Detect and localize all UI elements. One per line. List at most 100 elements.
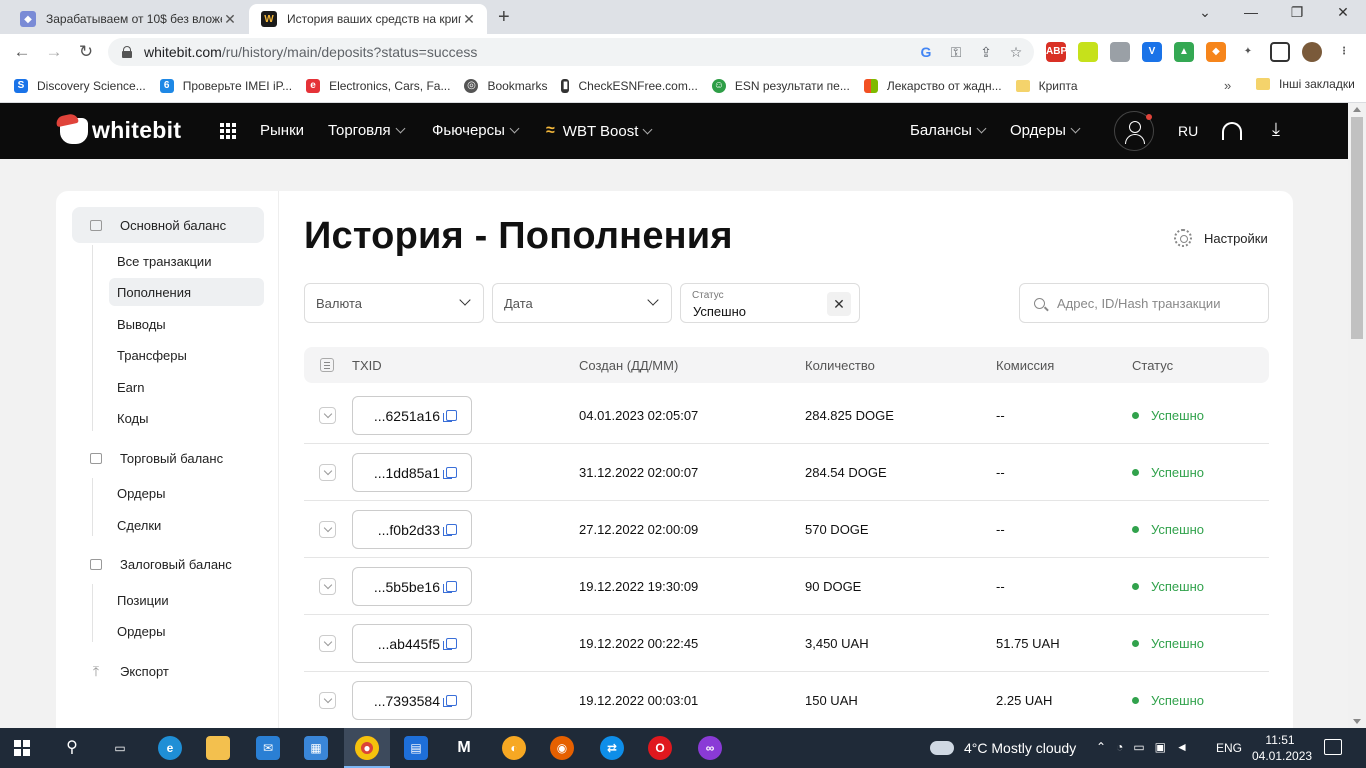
download-icon[interactable]: ⤓ — [1272, 119, 1280, 140]
opera-icon[interactable]: O — [648, 736, 672, 760]
column-settings-list-icon[interactable] — [320, 358, 334, 372]
txid-chip[interactable]: ...1dd85a1 — [352, 453, 472, 492]
profile-avatar-icon[interactable] — [1302, 42, 1322, 62]
browser-tab-active[interactable]: W История ваших средств на крип ✕ — [249, 4, 487, 34]
bookmark-item[interactable]: ▮ CheckESNFree.com... — [561, 79, 698, 93]
task-view-icon[interactable]: ▭ — [108, 736, 132, 760]
status-filter-select[interactable]: Статус Успешно ✕ — [680, 283, 860, 323]
firefox-icon[interactable]: ◉ — [550, 736, 574, 760]
bookmarks-overflow-button[interactable]: » — [1224, 78, 1231, 93]
expand-row-chevron-icon[interactable] — [319, 521, 336, 538]
browser-tab[interactable]: ◆ Зарабатываем от 10$ без вложе ✕ — [8, 4, 248, 34]
copy-icon[interactable] — [443, 638, 457, 650]
google-drive-icon[interactable]: ▲ — [1174, 42, 1194, 62]
vpn-shield-icon[interactable]: V — [1142, 42, 1162, 62]
mail-icon[interactable]: ✉ — [256, 736, 280, 760]
txid-chip[interactable]: ...5b5be16 — [352, 567, 472, 606]
other-bookmarks-folder[interactable]: Інші закладки — [1256, 77, 1355, 91]
copy-icon[interactable] — [443, 695, 457, 707]
nav-markets[interactable]: Рынки — [260, 122, 304, 139]
currency-filter-select[interactable]: Валюта — [304, 283, 484, 323]
key-icon[interactable]: ⚿ — [948, 44, 964, 60]
tab-search-chevron-icon[interactable]: ⌄ — [1182, 4, 1228, 21]
search-input[interactable] — [1057, 295, 1257, 311]
window-close-icon[interactable]: ✕ — [1320, 4, 1366, 21]
sidebar-export[interactable]: ⤒ Экспорт — [72, 653, 264, 689]
txid-chip[interactable]: ...7393584 — [352, 681, 472, 720]
store-icon[interactable]: ▦ — [304, 736, 328, 760]
new-tab-plus-icon[interactable]: + — [498, 6, 510, 29]
bookmark-item[interactable]: Лекарство от жадн... — [863, 79, 1002, 93]
address-bar[interactable]: whitebit.com/ru/history/main/deposits?st… — [108, 38, 1034, 66]
restore-icon[interactable]: ❐ — [1274, 4, 1320, 21]
sidebar-item-collateral-orders[interactable]: Ордеры — [109, 617, 264, 645]
file-explorer-icon[interactable] — [206, 736, 230, 760]
user-account-icon[interactable] — [1114, 111, 1154, 151]
sidebar-item-deals[interactable]: Сделки — [109, 511, 264, 539]
sidebar-item-earn[interactable]: Earn — [109, 373, 264, 401]
sidebar-main-balance[interactable]: Основной баланс — [72, 207, 264, 243]
clear-filter-close-icon[interactable]: ✕ — [827, 292, 851, 316]
notifications-icon[interactable] — [1324, 739, 1342, 755]
copy-icon[interactable] — [443, 581, 457, 593]
sidebar-item-positions[interactable]: Позиции — [109, 586, 264, 614]
reload-icon[interactable]: ↻ — [74, 41, 98, 63]
sidebar-item-withdrawals[interactable]: Выводы — [109, 310, 264, 338]
expand-row-chevron-icon[interactable] — [319, 692, 336, 709]
bookmark-item[interactable]: S Discovery Science... — [14, 79, 146, 93]
nav-trading[interactable]: Торговля — [328, 122, 406, 139]
back-arrow-icon[interactable]: ← — [10, 41, 34, 63]
whitebit-logo[interactable]: whitebit — [60, 117, 181, 144]
txid-chip[interactable]: ...6251a16 — [352, 396, 472, 435]
scroll-up-arrow-icon[interactable] — [1353, 107, 1361, 112]
bookmark-item[interactable]: ◎ Bookmarks — [464, 79, 547, 93]
expand-row-chevron-icon[interactable] — [319, 407, 336, 424]
sidebar-trade-balance[interactable]: Торговый баланс — [72, 440, 264, 476]
network-icon[interactable]: ◔ — [1116, 740, 1123, 754]
language-selector[interactable]: RU — [1178, 123, 1198, 139]
teamviewer-icon[interactable]: ⇄ — [600, 736, 624, 760]
lock-icon[interactable] — [122, 46, 132, 58]
nav-orders[interactable]: Ордеры — [1010, 122, 1081, 139]
search-icon[interactable]: ⚲ — [60, 736, 84, 760]
nav-balances[interactable]: Балансы — [910, 122, 987, 139]
close-icon[interactable]: ✕ — [461, 11, 477, 28]
bookmark-folder[interactable]: Крипта — [1015, 79, 1078, 93]
windows-start-icon[interactable] — [14, 740, 30, 756]
page-scrollbar[interactable] — [1348, 103, 1366, 728]
metamask-fox-icon[interactable]: ◆ — [1206, 42, 1226, 62]
copy-icon[interactable] — [443, 524, 457, 536]
system-clock[interactable]: 11:51 04.01.2023 — [1252, 732, 1312, 764]
drive-icon[interactable]: ▭ — [1133, 740, 1144, 754]
chevron-up-icon[interactable]: ⌃ — [1096, 740, 1106, 754]
weather-widget[interactable]: 4°C Mostly cloudy — [928, 735, 1076, 756]
document-icon[interactable]: ▤ — [404, 736, 428, 760]
sidebar-item-transfers[interactable]: Трансферы — [109, 341, 264, 369]
share-icon[interactable]: ⇪ — [978, 44, 994, 60]
bookmark-item[interactable]: e Electronics, Cars, Fa... — [306, 79, 450, 93]
headset-support-icon[interactable] — [1222, 122, 1242, 140]
m-app-icon[interactable]: M — [452, 736, 476, 760]
column-header-created[interactable]: Создан (ДД/ММ) — [579, 358, 678, 373]
sidebar-item-trade-orders[interactable]: Ордеры — [109, 479, 264, 507]
input-language[interactable]: ENG — [1216, 741, 1242, 755]
expand-row-chevron-icon[interactable] — [319, 635, 336, 652]
adblock-icon[interactable]: ABP — [1046, 42, 1067, 62]
expand-row-chevron-icon[interactable] — [319, 464, 336, 481]
sidebar-item-codes[interactable]: Коды — [109, 404, 264, 432]
copy-icon[interactable] — [443, 467, 457, 479]
expand-row-chevron-icon[interactable] — [319, 578, 336, 595]
nav-futures[interactable]: Фьючерсы — [432, 122, 520, 139]
minimize-icon[interactable]: — — [1228, 4, 1274, 20]
color-extension-icon[interactable] — [1078, 42, 1098, 62]
chrome-icon[interactable]: ● — [355, 736, 379, 760]
volume-icon[interactable]: ◄ — [1176, 740, 1188, 754]
chat-icon[interactable]: ▣ — [1155, 740, 1166, 754]
google-icon[interactable]: G — [918, 44, 934, 60]
forward-arrow-icon[interactable]: → — [42, 41, 66, 63]
copy-icon[interactable] — [443, 410, 457, 422]
apps-grid-icon[interactable] — [220, 123, 236, 139]
settings-button[interactable]: Настройки — [1174, 229, 1268, 247]
close-icon[interactable]: ✕ — [222, 11, 238, 28]
sidebar-item-all-transactions[interactable]: Все транзакции — [109, 247, 264, 275]
